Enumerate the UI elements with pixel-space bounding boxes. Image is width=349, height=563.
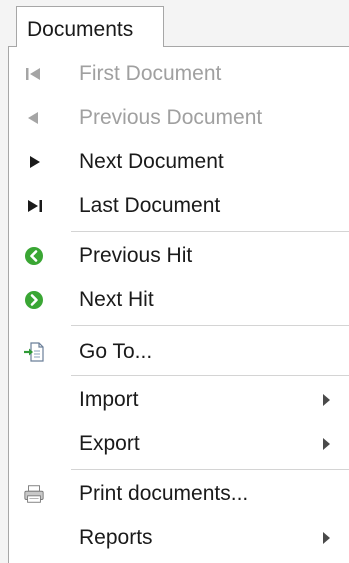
- menu-item-print-documents[interactable]: Print documents...: [9, 472, 349, 516]
- menu-item-label: Last Document: [79, 194, 221, 217]
- first-document-icon: [23, 63, 45, 85]
- menu-item-label: Go To...: [79, 340, 153, 363]
- go-to-icon: [23, 341, 45, 363]
- previous-hit-icon: [23, 245, 45, 267]
- previous-document-icon: [23, 107, 45, 129]
- documents-tab-label: Documents: [27, 18, 134, 41]
- submenu-arrow-icon: [323, 394, 330, 406]
- menu-item-previous-document[interactable]: Previous Document: [9, 96, 349, 140]
- menu-item-label: Export: [79, 432, 140, 455]
- separator: [71, 469, 349, 470]
- menu-item-label: Next Document: [79, 150, 224, 173]
- menu-item-last-document[interactable]: Last Document: [9, 184, 349, 228]
- menu-item-label: Previous Document: [79, 106, 263, 129]
- menu-item-first-document[interactable]: First Document: [9, 52, 349, 96]
- menu-item-label: Print documents...: [79, 482, 249, 505]
- separator: [71, 375, 349, 376]
- menu-item-export[interactable]: Export: [9, 422, 349, 466]
- menu-item-label: Previous Hit: [79, 244, 193, 267]
- next-document-icon: [23, 151, 45, 173]
- submenu-arrow-icon: [323, 532, 330, 544]
- last-document-icon: [23, 195, 45, 217]
- menu-item-previous-hit[interactable]: Previous Hit: [9, 234, 349, 278]
- documents-menu: First Document Previous Document Next Do…: [8, 46, 349, 563]
- documents-tab[interactable]: Documents: [16, 6, 164, 47]
- next-hit-icon: [23, 289, 45, 311]
- separator: [71, 231, 349, 232]
- separator: [71, 325, 349, 326]
- menu-item-go-to[interactable]: Go To...: [9, 330, 349, 374]
- menu-item-import[interactable]: Import: [9, 378, 349, 422]
- menu-item-label: Reports: [79, 526, 153, 549]
- menu-item-label: Import: [79, 388, 139, 411]
- printer-icon: [23, 483, 45, 505]
- menu-item-next-hit[interactable]: Next Hit: [9, 278, 349, 322]
- menu-item-label: First Document: [79, 62, 222, 85]
- submenu-arrow-icon: [323, 438, 330, 450]
- menu-item-label: Next Hit: [79, 288, 154, 311]
- menu-item-reports[interactable]: Reports: [9, 516, 349, 560]
- menu-item-next-document[interactable]: Next Document: [9, 140, 349, 184]
